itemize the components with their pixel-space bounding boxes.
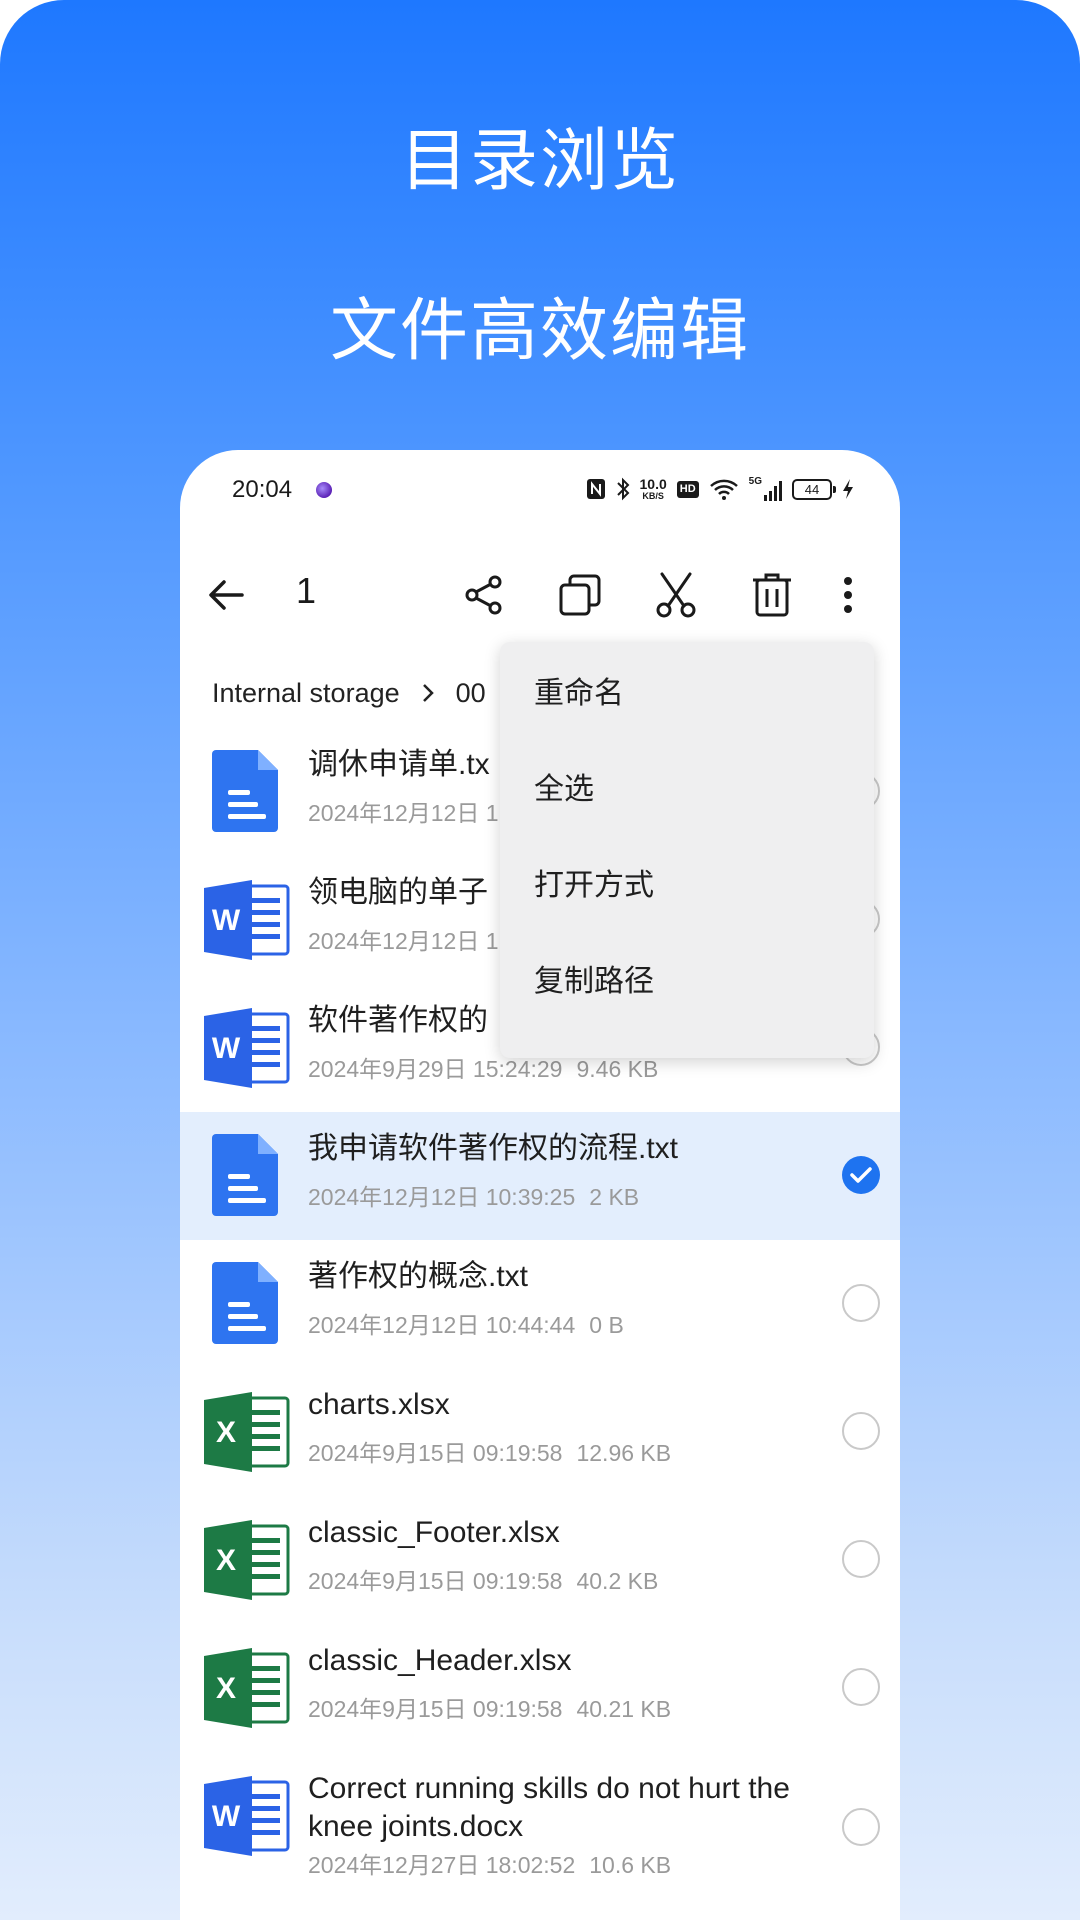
file-row[interactable]: 著作权的概念.txt 2024年12月12日 10:44:44 0 B <box>180 1240 900 1368</box>
cut-button[interactable] <box>646 565 706 625</box>
svg-text:X: X <box>216 1416 236 1449</box>
delete-icon <box>753 573 791 617</box>
svg-text:X: X <box>216 1672 236 1705</box>
file-meta: 2024年12月12日 10:44:44 0 B <box>308 1306 624 1340</box>
notification-dot-icon <box>316 482 332 498</box>
status-time: 20:04 <box>232 476 293 503</box>
excel-file-icon: X <box>202 1514 292 1604</box>
file-meta: 2024年9月15日 09:19:58 12.96 KB <box>308 1434 671 1468</box>
file-date: 2024年12月12日 10:44:44 <box>308 1312 576 1338</box>
status-icons: 10.0 KB/S HD 5G 44 <box>586 474 854 504</box>
file-meta: 2024年12月27日 18:02:52 10.6 KB <box>308 1846 671 1880</box>
copy-button[interactable] <box>550 565 610 625</box>
net-speed: 10.0 KB/S <box>639 475 667 501</box>
svg-text:W: W <box>212 1800 241 1833</box>
file-date: 2024年9月15日 09:19:58 <box>308 1440 563 1466</box>
word-file-icon: W <box>202 874 292 964</box>
promo-background: 目录浏览 文件高效编辑 20:04 10.0 KB/S HD 5G 44 1 I… <box>0 0 1080 1920</box>
excel-file-icon: X <box>202 1642 292 1732</box>
file-row[interactable]: 我申请软件著作权的流程.txt 2024年12月12日 10:39:25 2 KB <box>180 1112 900 1240</box>
file-date: 2024年12月27日 18:02:52 <box>308 1852 576 1878</box>
file-size: 12.96 KB <box>576 1440 672 1466</box>
word-file-icon: W <box>202 1002 292 1092</box>
share-icon <box>465 575 502 615</box>
selected-count: 1 <box>296 570 317 611</box>
menu-item-select-all[interactable]: 全选 <box>534 742 854 838</box>
file-name: Correct running skills do not hurt the k… <box>308 1772 790 1843</box>
breadcrumb-root[interactable]: Internal storage <box>212 678 400 709</box>
file-meta: 2024年12月12日 1 <box>308 922 499 956</box>
battery-icon: 44 <box>792 478 836 500</box>
file-meta: 2024年12月12日 1 <box>308 794 499 828</box>
menu-item-rename[interactable]: 重命名 <box>534 646 854 742</box>
nfc-icon <box>586 479 605 499</box>
back-arrow-icon <box>209 580 244 610</box>
file-row[interactable]: W Correct running skills do not hurt the … <box>180 1752 900 1900</box>
selection-checkbox[interactable] <box>842 1540 880 1578</box>
selection-checkbox[interactable] <box>842 1284 880 1322</box>
file-date: 2024年9月29日 15:24:29 <box>308 1056 563 1082</box>
excel-file-icon: X <box>202 1386 292 1476</box>
text-file-icon <box>202 746 292 836</box>
file-name: classic_Footer.xlsx <box>308 1516 560 1549</box>
word-file-icon: W <box>202 1770 292 1860</box>
more-vertical-icon <box>844 577 852 613</box>
back-button[interactable] <box>196 565 256 625</box>
selection-checkbox[interactable] <box>842 1668 880 1706</box>
charging-bolt-icon <box>843 479 853 499</box>
bluetooth-icon <box>616 477 629 501</box>
more-options-menu: 重命名 全选 打开方式 复制路径 <box>500 642 874 1058</box>
file-size: 9.46 KB <box>576 1056 659 1082</box>
menu-item-copy-path[interactable]: 复制路径 <box>534 934 854 1030</box>
file-date: 2024年9月15日 09:19:58 <box>308 1696 563 1722</box>
svg-text:W: W <box>212 904 241 937</box>
file-meta: 2024年9月15日 09:19:58 40.2 KB <box>308 1562 658 1596</box>
file-date: 2024年12月12日 10:39:25 <box>308 1184 576 1210</box>
phone-screen: 20:04 10.0 KB/S HD 5G 44 1 Internal stor… <box>180 450 900 1920</box>
file-size: 40.2 KB <box>576 1568 659 1594</box>
menu-item-open-with[interactable]: 打开方式 <box>534 838 854 934</box>
file-row[interactable]: Xclassic_Header.xlsx 2024年9月15日 09:19:58 4… <box>180 1624 900 1752</box>
promo-headline-1: 目录浏览 <box>399 122 680 201</box>
cut-icon <box>656 572 696 618</box>
file-name: 我申请软件著作权的流程.txt <box>308 1132 679 1165</box>
file-size: 2 KB <box>589 1184 640 1210</box>
file-name: classic_Header.xlsx <box>308 1644 572 1677</box>
file-meta: 2024年12月12日 10:39:25 2 KB <box>308 1178 639 1212</box>
hd-icon: HD <box>676 480 699 498</box>
file-size: 40.21 KB <box>576 1696 672 1722</box>
file-name: charts.xlsx <box>308 1388 450 1421</box>
selection-toolbar: 1 <box>180 540 900 650</box>
svg-text:X: X <box>216 1544 236 1577</box>
file-date: 2024年9月15日 09:19:58 <box>308 1568 563 1594</box>
chevron-right-icon <box>422 684 434 702</box>
status-bar: 20:04 10.0 KB/S HD 5G 44 <box>180 450 900 530</box>
svg-text:W: W <box>212 1032 241 1065</box>
file-size: 0 B <box>589 1312 624 1338</box>
cellular-signal-icon: 5G <box>749 477 782 501</box>
file-meta: 2024年9月15日 09:19:58 40.21 KB <box>308 1690 671 1724</box>
file-row[interactable]: Xclassic_Footer.xlsx 2024年9月15日 09:19:58 4… <box>180 1496 900 1624</box>
file-size: 10.6 KB <box>589 1852 672 1878</box>
selection-checkbox[interactable] <box>842 1412 880 1450</box>
file-name: 著作权的概念.txt <box>308 1260 529 1293</box>
share-button[interactable] <box>454 565 514 625</box>
file-row[interactable]: Xcharts.xlsx 2024年9月15日 09:19:58 12.96 KB <box>180 1368 900 1496</box>
delete-button[interactable] <box>742 565 802 625</box>
check-icon <box>850 1167 872 1183</box>
file-date: 2024年12月12日 1 <box>308 800 499 826</box>
selection-checkbox[interactable] <box>842 1808 880 1846</box>
text-file-icon <box>202 1258 292 1348</box>
wifi-icon <box>709 479 738 500</box>
text-file-icon <box>202 1130 292 1220</box>
breadcrumb-current[interactable]: 00 <box>456 678 486 709</box>
file-date: 2024年12月12日 1 <box>308 928 499 954</box>
copy-icon <box>559 574 601 616</box>
selection-checkbox-checked[interactable] <box>842 1156 880 1194</box>
promo-headline-2: 文件高效编辑 <box>329 292 750 371</box>
breadcrumb: Internal storage 00 <box>212 673 486 713</box>
more-options-button[interactable] <box>826 565 870 625</box>
